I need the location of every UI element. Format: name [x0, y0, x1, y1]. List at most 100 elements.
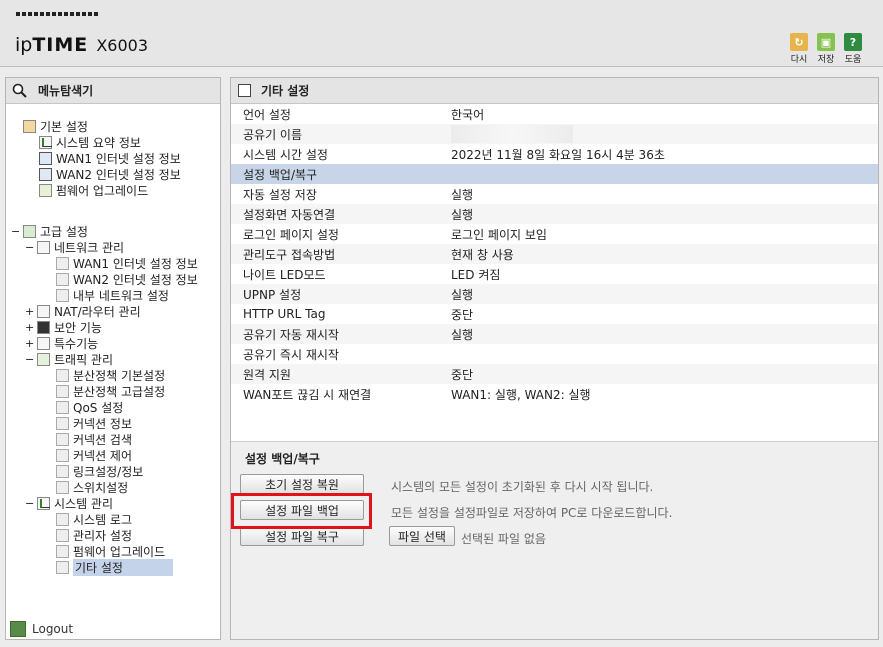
- page-icon: [56, 385, 69, 398]
- brand-logo: ipTIME X6003: [15, 34, 148, 56]
- setting-row-night-led[interactable]: 나이트 LED모드 LED 켜짐: [231, 264, 878, 284]
- setting-row-remote-support[interactable]: 원격 지원 중단: [231, 364, 878, 384]
- nav-traffic-management[interactable]: − 트래픽 관리: [25, 352, 113, 367]
- setting-row-auto-restart[interactable]: 공유기 자동 재시작 실행: [231, 324, 878, 344]
- page-icon: [56, 481, 69, 494]
- folder-icon: [23, 120, 36, 133]
- collapse-icon[interactable]: −: [11, 225, 21, 238]
- page-icon: [56, 449, 69, 462]
- router-icon: [37, 305, 50, 318]
- setting-row-backup-restore[interactable]: 설정 백업/복구: [231, 164, 878, 184]
- page-icon: [56, 289, 69, 302]
- restore-settings-button[interactable]: 설정 파일 복구: [240, 526, 364, 546]
- nav-traffic-item[interactable]: 커넥션 검색: [56, 432, 132, 447]
- logout-button[interactable]: Logout: [10, 621, 73, 637]
- redacted-value: [451, 125, 573, 143]
- setting-row-admin-access[interactable]: 관리도구 접속방법 현재 창 사용: [231, 244, 878, 264]
- file-status: 선택된 파일 없음: [461, 532, 546, 546]
- settings-table: 언어 설정 한국어 공유기 이름 시스템 시간 설정 2022년 11월 8일 화요…: [231, 104, 878, 404]
- backup-restore-section: 설정 백업/복구 초기 설정 복원 시스템의 모든 설정이 초기화된 후 다시 …: [231, 441, 878, 639]
- collapse-icon[interactable]: −: [25, 497, 35, 510]
- chart-icon: [39, 136, 52, 149]
- nav-wan1-info[interactable]: WAN1 인터넷 설정 정보: [39, 151, 181, 166]
- help-button[interactable]: ? 도움: [842, 33, 864, 65]
- reset-hint: 시스템의 모든 설정이 초기화된 후 다시 시작 됩니다.: [391, 480, 654, 494]
- nav-traffic-item[interactable]: 분산정책 고급설정: [56, 384, 165, 399]
- nav-wan2-settings[interactable]: WAN2 인터넷 설정 정보: [56, 272, 198, 287]
- expand-icon[interactable]: +: [25, 321, 35, 334]
- expand-icon[interactable]: +: [25, 305, 35, 318]
- traffic-icon: [37, 353, 50, 366]
- page-icon: [56, 417, 69, 430]
- nav-firmware-upgrade-basic[interactable]: 펌웨어 업그레이드: [39, 183, 148, 198]
- nav-traffic-item[interactable]: 커넥션 제어: [56, 448, 132, 463]
- nav-traffic-item[interactable]: 커넥션 정보: [56, 416, 132, 431]
- nav-title: 메뉴탐색기: [6, 78, 220, 104]
- nav-misc-settings[interactable]: 기타 설정: [56, 559, 173, 576]
- highlight-box: [231, 493, 372, 529]
- page-icon: [238, 84, 251, 97]
- setting-row-language[interactable]: 언어 설정 한국어: [231, 104, 878, 124]
- nav-system-summary[interactable]: 시스템 요약 정보: [39, 135, 141, 150]
- magnifier-icon: [12, 83, 28, 99]
- settings-panel: 기타 설정 언어 설정 한국어 공유기 이름 시스템 시간 설정 2022년 11월…: [230, 77, 879, 640]
- section-title: 설정 백업/복구: [245, 452, 320, 466]
- nav-system-management[interactable]: − 시스템 관리: [25, 496, 113, 511]
- page-title: 기타 설정: [231, 78, 878, 104]
- save-button[interactable]: ▣ 저장: [815, 33, 837, 65]
- nav-special[interactable]: + 특수기능: [25, 336, 98, 351]
- folder-icon: [23, 225, 36, 238]
- upgrade-icon: [39, 184, 52, 197]
- nav-system-log[interactable]: 시스템 로그: [56, 512, 132, 527]
- computer-icon: [39, 168, 52, 181]
- collapse-icon[interactable]: −: [25, 353, 35, 366]
- nav-advanced-settings[interactable]: − 고급 설정: [11, 224, 88, 239]
- setting-row-upnp[interactable]: UPNP 설정 실행: [231, 284, 878, 304]
- nav-basic-settings[interactable]: 기본 설정: [23, 119, 88, 134]
- collapse-icon[interactable]: −: [25, 241, 35, 254]
- setting-row-login-page[interactable]: 로그인 페이지 설정 로그인 페이지 보임: [231, 224, 878, 244]
- brand-dots: [16, 12, 98, 16]
- page-icon: [56, 465, 69, 478]
- setting-row-system-time[interactable]: 시스템 시간 설정 2022년 11월 8일 화요일 16시 4분 36초: [231, 144, 878, 164]
- nav-wan2-info[interactable]: WAN2 인터넷 설정 정보: [39, 167, 181, 182]
- setting-row-auto-save[interactable]: 자동 설정 저장 실행: [231, 184, 878, 204]
- save-icon: ▣: [817, 33, 835, 51]
- page-icon: [56, 561, 69, 574]
- logout-icon: [10, 621, 26, 637]
- nav-network-management[interactable]: − 네트워크 관리: [25, 240, 124, 255]
- nav-traffic-item[interactable]: 링크설정/정보: [56, 464, 143, 479]
- nav-nat-router[interactable]: + NAT/라우터 관리: [25, 304, 141, 319]
- setting-row-restart-now[interactable]: 공유기 즉시 재시작: [231, 344, 878, 364]
- page-icon: [56, 369, 69, 382]
- page-icon: [56, 401, 69, 414]
- nav-traffic-item[interactable]: 스위치설정: [56, 480, 128, 495]
- setting-row-wan-reconnect[interactable]: WAN포트 끊김 시 재연결 WAN1: 실행, WAN2: 실행: [231, 384, 878, 404]
- nav-admin-settings[interactable]: 관리자 설정: [56, 528, 132, 543]
- setting-row-auto-connect[interactable]: 설정화면 자동연결 실행: [231, 204, 878, 224]
- page-icon: [56, 273, 69, 286]
- page-icon: [56, 513, 69, 526]
- reset-defaults-button[interactable]: 초기 설정 복원: [240, 474, 364, 494]
- refresh-icon: ↻: [790, 33, 808, 51]
- model-name: X6003: [96, 36, 148, 55]
- nav-security[interactable]: + 보안 기능: [25, 320, 102, 335]
- header: ipTIME X6003 ↻ 다시 ▣ 저장 ? 도움: [0, 0, 883, 67]
- help-icon: ?: [844, 33, 862, 51]
- nav-traffic-item[interactable]: QoS 설정: [56, 400, 123, 415]
- page-icon: [56, 257, 69, 270]
- nav-firmware-upgrade[interactable]: 펌웨어 업그레이드: [56, 544, 165, 559]
- nav-traffic-item[interactable]: 분산정책 기본설정: [56, 368, 165, 383]
- network-icon: [37, 241, 50, 254]
- nav-wan1-settings[interactable]: WAN1 인터넷 설정 정보: [56, 256, 198, 271]
- special-icon: [37, 337, 50, 350]
- expand-icon[interactable]: +: [25, 337, 35, 350]
- backup-hint: 모든 설정을 설정파일로 저장하여 PC로 다운로드합니다.: [391, 506, 673, 520]
- page-icon: [56, 545, 69, 558]
- refresh-button[interactable]: ↻ 다시: [788, 33, 810, 65]
- nav-lan-settings[interactable]: 내부 네트워크 설정: [56, 288, 169, 303]
- page-icon: [56, 433, 69, 446]
- setting-row-http-url-tag[interactable]: HTTP URL Tag 중단: [231, 304, 878, 324]
- setting-row-router-name[interactable]: 공유기 이름: [231, 124, 878, 144]
- choose-file-button[interactable]: 파일 선택: [389, 526, 455, 546]
